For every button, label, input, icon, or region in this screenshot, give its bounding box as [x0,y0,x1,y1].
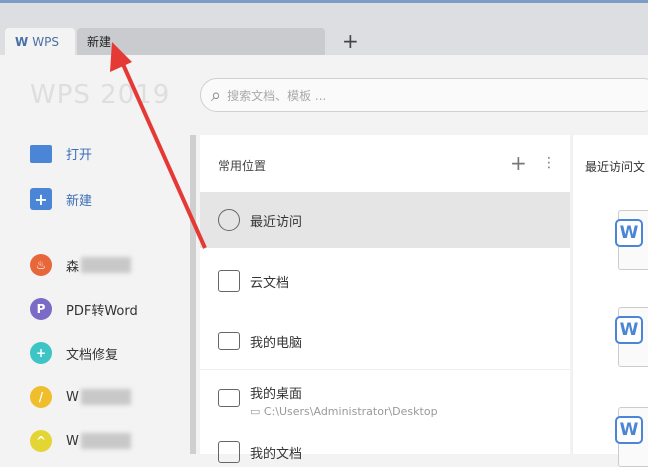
red-arrow-annotation [110,42,207,249]
